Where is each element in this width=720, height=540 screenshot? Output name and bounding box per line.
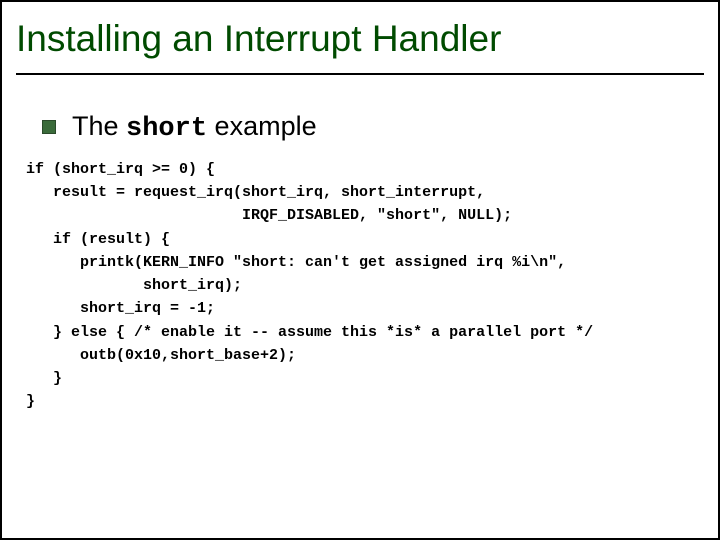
bullet-mono: short — [126, 114, 207, 144]
bullet-row: The short example — [42, 111, 718, 144]
bullet-prefix: The — [72, 111, 126, 141]
title-wrap: Installing an Interrupt Handler — [2, 2, 718, 75]
code-block: if (short_irq >= 0) { result = request_i… — [26, 158, 718, 414]
slide: Installing an Interrupt Handler The shor… — [0, 0, 720, 540]
title-underline — [16, 73, 704, 75]
bullet-suffix: example — [207, 111, 317, 141]
square-bullet-icon — [42, 120, 56, 134]
bullet-text: The short example — [72, 111, 317, 144]
slide-title: Installing an Interrupt Handler — [16, 20, 704, 67]
